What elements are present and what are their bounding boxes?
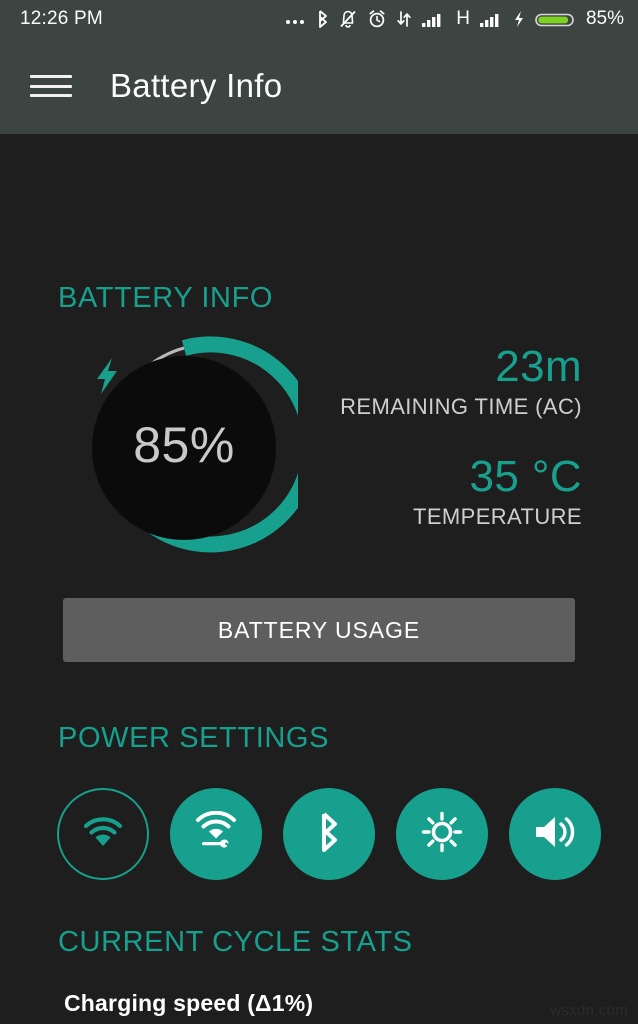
stat-label: TEMPERATURE [412,504,582,530]
wifi-toggle[interactable] [57,788,149,880]
section-header-current-cycle-stats: CURRENT CYCLE STATS [58,926,413,958]
battery-gauge-center: 85% [92,356,276,540]
status-bar: 12:26 PM H 85% [0,0,638,38]
battery-gauge: 85% [70,334,298,562]
cycle-stats-list: Charging speed (Δ1%) n/a Charger plugged… [64,990,604,1024]
section-header-power-settings: POWER SETTINGS [58,722,330,754]
hamburger-menu-icon[interactable] [30,71,72,101]
cycle-stat-key: Charging speed (Δ1%) [64,990,314,1016]
hamburger-line [30,75,72,78]
status-battery-percent: 85% [585,8,624,29]
wifi-settings-icon [193,810,239,858]
wifi-icon [82,815,124,854]
bluetooth-toggle[interactable] [283,788,375,880]
battery-percent-label: 85% [133,417,235,473]
bluetooth-icon [315,810,343,859]
page-title: Battery Info [110,67,283,104]
vibrate-off-icon [338,9,358,29]
battery-icon [535,9,575,29]
signal-bars-2-icon [479,9,503,29]
charging-bolt-icon [512,9,526,29]
data-transfer-icon [396,9,412,29]
brightness-sun-icon [421,811,463,858]
app-bar: Battery Info [0,38,638,134]
battery-stats: 23m REMAINING TIME (AC) 35 °C TEMPERATUR… [340,342,582,530]
network-type-label: H [456,8,470,29]
status-clock: 12:26 PM [20,8,103,29]
list-item: Charging speed (Δ1%) n/a [64,990,604,1024]
hamburger-line [30,84,72,88]
stat-remaining-time: 23m REMAINING TIME (AC) [340,342,582,420]
brightness-toggle[interactable] [396,788,488,880]
stat-temperature: 35 °C TEMPERATURE [340,452,582,530]
watermark: wsxdn.com [550,1002,628,1019]
stat-label: REMAINING TIME (AC) [340,394,582,420]
app-screen: 12:26 PM H 85% Battery Info BATTERY INFO… [0,0,638,1024]
section-header-battery-info: BATTERY INFO [58,282,274,314]
alarm-icon [367,9,387,29]
status-icons: H 85% [284,8,624,30]
more-dots-icon [284,9,306,29]
stat-spacer [340,420,582,454]
stat-value: 23m [495,342,582,391]
bluetooth-icon [315,9,329,29]
signal-bars-icon [421,9,445,29]
hamburger-line [30,94,72,97]
battery-usage-button[interactable]: BATTERY USAGE [63,598,575,662]
power-toggle-row [57,788,638,884]
volume-toggle[interactable] [509,788,601,880]
volume-speaker-icon [532,813,578,856]
wifi-settings-toggle[interactable] [170,788,262,880]
main-content: BATTERY INFO 85% 23m REMAINING TIME (AC) [0,134,638,1024]
stat-value: 35 °C [469,452,582,502]
